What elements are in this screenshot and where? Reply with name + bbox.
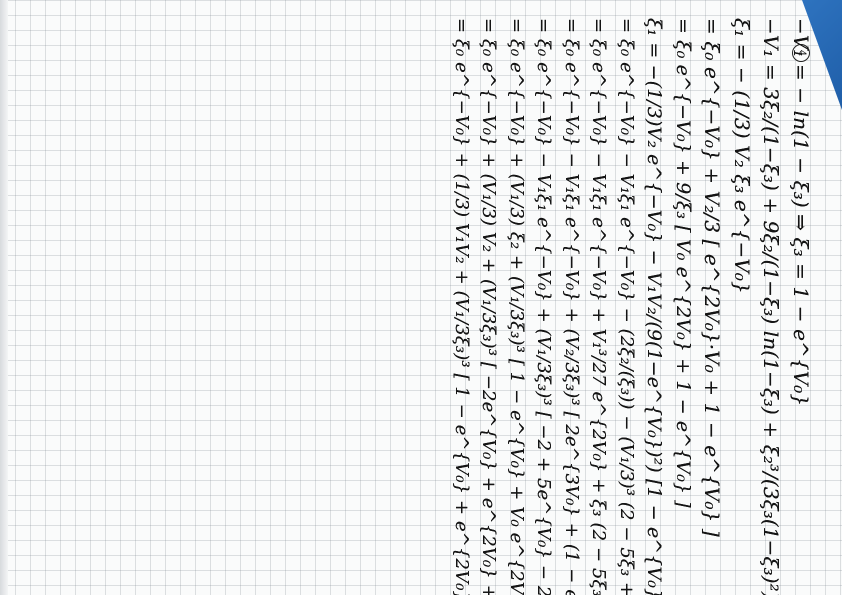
math-line-9: = ξ₀ e^{−V₀} − V₁ξ₁ e^{−V₀} + (V₂/3ξ₃)³ … [560,17,582,595]
math-line-4: = ξ₀ e^{−V₀} + V₂/3 [ e^{2V₀}·V₀ + 1 − e… [700,17,725,537]
math-line-11: = ξ₀ e^{−V₀} + (V₁/3) ξ₂ + (V₁/3ξ₃)³ [ 1… [505,17,527,595]
math-line-8: = ξ₀ e^{−V₀} − V₁ξ₁ e^{−V₀} + V₁³/27 e^{… [588,17,610,595]
math-line-3: ξ₁ = − (1/3) V₂ ξ₃ e^{−V₀} [729,17,754,294]
binding-edge [0,0,8,595]
graph-paper-sheet: 4 −V₁ = − ln(1 − ξ₃) ⇒ ξ₃ = 1 − e^{V₀} −… [0,0,842,595]
math-line-12: = ξ₀ e^{−V₀} + (V₁/3) V₂ + (V₁/3ξ₃)³ [ −… [478,17,500,595]
math-line-6: ξ₁ = −(1/3)V₂ e^{−V₀} − V₁V₂/(9(1−e^{V₀}… [643,17,666,595]
math-line-1: −V₁ = − ln(1 − ξ₃) ⇒ ξ₃ = 1 − e^{V₀} [789,17,813,406]
math-line-5: = ξ₀ e^{−V₀} + 9/ξ₃ [ V₀ e^{2V₀} + 1 − e… [671,17,694,508]
math-line-7: = ξ₀ e^{−V₀} − V₁ξ₁ e^{−V₀} − (2ξ₂/(ξ₃))… [615,17,637,595]
scanned-notebook-page: 4 −V₁ = − ln(1 − ξ₃) ⇒ ξ₃ = 1 − e^{V₀} −… [0,0,842,595]
handwritten-math-derivation: −V₁ = − ln(1 − ξ₃) ⇒ ξ₃ = 1 − e^{V₀} −V₁… [444,17,813,595]
math-line-13: = ξ₀ e^{−V₀} + (1/3) V₁V₂ + (V₁/3ξ₃)³ [ … [450,17,472,595]
math-line-2: −V₁ = 3ξ₂/(1−ξ₃) + 9ξ₂/(1−ξ₃) ln(1−ξ₃) +… [759,17,784,595]
math-line-10: = ξ₀ e^{−V₀} − V₁ξ₁ e^{−V₀} + (V₁/3ξ₃)³ … [533,17,555,595]
